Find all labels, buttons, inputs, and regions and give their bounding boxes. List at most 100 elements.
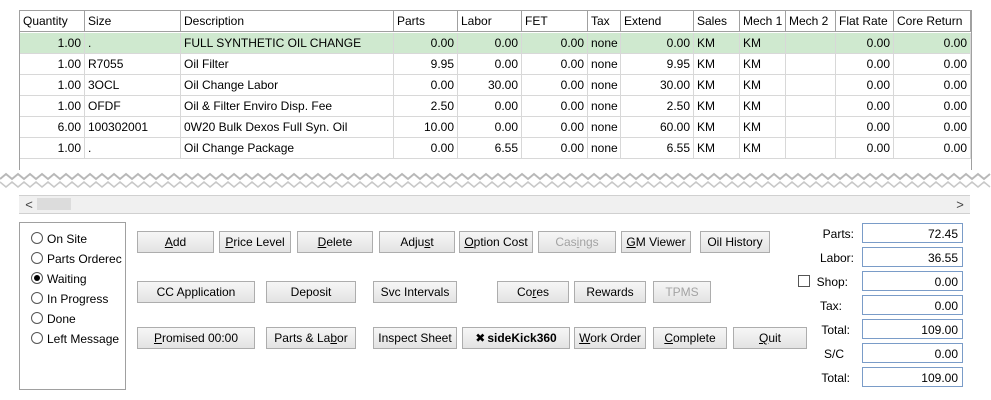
radio-icon[interactable] [31,272,43,284]
status-option-label: In Progress [47,292,109,306]
button-label-post: ption Cost [473,235,528,249]
button-label-u: W [579,331,591,345]
cc-application-button[interactable]: CC Application [137,281,255,303]
status-option-waiting[interactable]: Waiting [31,272,87,290]
gm-viewer-button[interactable]: GM Viewer [621,231,691,253]
scroll-left-arrow-icon[interactable]: < [21,196,37,213]
button-label-pre: Adju [400,235,425,249]
status-option-left-message[interactable]: Left Message [31,332,119,350]
column-header-fet[interactable]: FET [522,11,588,32]
sc-field[interactable]: 0.00 [862,343,963,363]
status-option-on-site[interactable]: On Site [31,232,87,250]
work-order-button[interactable]: Work Order [574,327,646,349]
price-level-button[interactable]: Price Level [219,231,291,253]
torn-edge-divider [0,170,991,192]
radio-icon[interactable] [31,232,43,244]
button-label-post: ork Order [590,331,641,345]
cell-mech2 [786,117,836,138]
column-header-flat-rate[interactable]: Flat Rate [836,11,894,32]
tax-field[interactable]: 0.00 [862,295,963,315]
button-label-u: G [626,235,636,249]
cell-extend: 30.00 [621,75,694,96]
adjust-button[interactable]: Adjust [379,231,455,253]
table-row[interactable]: 1.00. Oil Change Package 0.00 6.55 0.00 none 6… [20,138,971,159]
cell-quantity: 1.00 [20,54,85,75]
sidekick-button[interactable]: ✖ sideKick360 [462,327,570,349]
delete-button[interactable]: Delete [297,231,373,253]
cell-size: 100302001 [85,117,181,138]
promised-button[interactable]: Promised 00:00 [137,327,255,349]
status-option-label: Left Message [47,332,120,346]
column-header-tax[interactable]: Tax [588,11,621,32]
status-radio-group: On Site Parts Orderec Waiting In Progress Do… [19,222,126,390]
cell-tax: none [588,96,621,117]
status-option-label: Parts Orderec [47,252,122,266]
cell-fet: 0.00 [522,54,588,75]
cell-size: 3OCL [85,75,181,96]
option-cost-button[interactable]: Option Cost [459,231,533,253]
radio-icon[interactable] [31,312,43,324]
grand-total-field[interactable]: 109.00 [862,367,963,387]
column-header-size[interactable]: Size [85,11,181,32]
tpms-button[interactable]: TPMS [653,281,711,303]
status-option-done[interactable]: Done [31,312,76,330]
grand-total-label: Total: [821,371,850,385]
cell-sales: KM [694,96,740,117]
horizontal-scrollbar[interactable]: < > [19,195,970,214]
cell-mech1: KM [740,33,786,54]
cell-flat-rate: 0.00 [836,54,894,75]
cell-size: R7055 [85,54,181,75]
status-option-label: Done [47,312,76,326]
column-header-labor[interactable]: Labor [458,11,522,32]
cell-fet: 0.00 [522,117,588,138]
subtotal-label: Total: [821,323,850,337]
scroll-right-arrow-icon[interactable]: > [952,196,968,213]
oil-history-button[interactable]: Oil History [700,231,770,253]
cell-mech2 [786,75,836,96]
cell-flat-rate: 0.00 [836,33,894,54]
column-header-mech2[interactable]: Mech 2 [786,11,836,32]
complete-button[interactable]: Complete [653,327,727,349]
radio-icon[interactable] [31,252,43,264]
add-button[interactable]: Add [137,231,214,253]
radio-icon[interactable] [31,292,43,304]
column-header-quantity[interactable]: Quantity [20,11,85,32]
cell-mech2 [786,96,836,117]
column-header-sales[interactable]: Sales [694,11,740,32]
svc-intervals-button[interactable]: Svc Intervals [373,281,457,303]
cell-description: Oil Filter [181,54,394,75]
column-header-extend[interactable]: Extend [621,11,694,32]
column-header-description[interactable]: Description [181,11,394,32]
shop-field[interactable]: 0.00 [862,271,963,291]
rewards-button[interactable]: Rewards [574,281,646,303]
casings-button[interactable]: Casings [538,231,616,253]
parts-labor-button[interactable]: Parts & Labor [266,327,356,349]
cell-description: Oil & Filter Enviro Disp. Fee [181,96,394,117]
scrollbar-thumb[interactable] [37,198,71,210]
column-header-parts[interactable]: Parts [394,11,458,32]
table-row[interactable]: 6.00 100302001 0W20 Bulk Dexos Full Syn. O… [20,117,971,138]
table-row[interactable]: 1.00 3OCL Oil Change Labor 0.00 30.00 0.00 non… [20,75,971,96]
cell-core-return: 0.00 [894,75,971,96]
button-label-post: es [536,285,550,299]
deposit-button[interactable]: Deposit [266,281,356,303]
table-row[interactable]: 1.00 R7055 Oil Filter 9.95 0.00 0.00 none 9.95 K… [20,54,971,75]
status-option-in-progress[interactable]: In Progress [31,292,108,310]
cores-button[interactable]: Cores [497,281,569,303]
column-header-core-return[interactable]: Core Return [894,11,971,32]
radio-icon[interactable] [31,332,43,344]
column-header-mech1[interactable]: Mech 1 [740,11,786,32]
line-items-grid[interactable]: Quantity Size Description Parts Labor FET Tax E… [19,10,972,179]
table-row[interactable]: 1.00. FULL SYNTHETIC OIL CHANGE 0.00 0.00 0.… [20,33,971,54]
subtotal-field[interactable]: 109.00 [862,319,963,339]
button-label-pre: Cas [555,235,577,249]
cell-labor: 0.00 [458,96,522,117]
status-option-parts-orderec[interactable]: Parts Orderec [31,252,122,270]
cell-labor: 30.00 [458,75,522,96]
inspect-sheet-button[interactable]: Inspect Sheet [373,327,457,349]
table-row[interactable]: 1.00 OFDF Oil & Filter Enviro Disp. Fee 2.5… [20,96,971,117]
parts-total-field[interactable]: 72.45 [862,223,963,243]
button-label-post: t [430,235,434,249]
parts-total-label: Parts: [822,227,854,241]
labor-total-field[interactable]: 36.55 [862,247,963,267]
